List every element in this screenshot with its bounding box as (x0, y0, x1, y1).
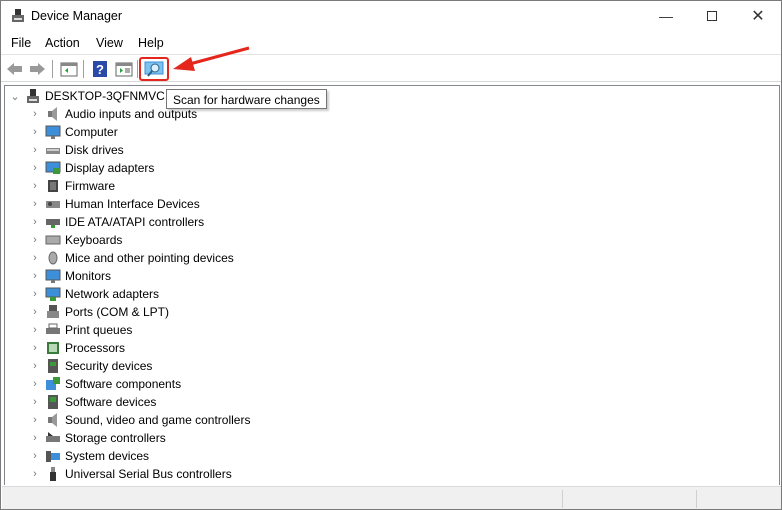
tree-item-label: Disk drives (65, 143, 124, 157)
tree-item[interactable]: › Disk drives (29, 141, 124, 159)
display-adapter-icon (45, 161, 61, 174)
chevron-right-icon[interactable]: › (29, 360, 41, 372)
tree-item[interactable]: › Sound, video and game controllers (29, 411, 250, 429)
tree-item[interactable]: › Software components (29, 375, 181, 393)
tree-item-label: IDE ATA/ATAPI controllers (65, 215, 205, 229)
chevron-right-icon[interactable]: › (29, 126, 41, 138)
chevron-right-icon[interactable]: › (29, 162, 41, 174)
tree-item[interactable]: › Ports (COM & LPT) (29, 303, 169, 321)
monitor-icon (45, 269, 61, 283)
chevron-right-icon[interactable]: › (29, 270, 41, 282)
processor-icon (47, 342, 59, 354)
tree-item[interactable]: › Keyboards (29, 231, 122, 249)
tree-item[interactable]: › Universal Serial Bus controllers (29, 465, 232, 483)
keyboard-icon (45, 235, 61, 245)
tree-item-label: Firmware (65, 179, 115, 193)
tree-item-label: Mice and other pointing devices (65, 251, 234, 265)
chevron-right-icon[interactable]: › (29, 180, 41, 192)
chevron-right-icon[interactable]: › (29, 234, 41, 246)
tree-item[interactable]: › Print queues (29, 321, 132, 339)
tree-item[interactable]: › Human Interface Devices (29, 195, 200, 213)
usb-icon (50, 467, 56, 481)
chevron-right-icon[interactable]: › (29, 468, 41, 480)
tooltip: Scan for hardware changes (166, 89, 327, 109)
tree-item-label: Universal Serial Bus controllers (65, 467, 232, 481)
ide-icon (46, 219, 60, 228)
tree-item[interactable]: › Storage controllers (29, 429, 166, 447)
tree-item[interactable]: › Computer (29, 123, 118, 141)
storage-icon (46, 432, 60, 442)
tree-item-label: System devices (65, 449, 150, 463)
tree-item[interactable]: › Software devices (29, 393, 156, 411)
port-icon (47, 305, 59, 318)
chevron-right-icon[interactable]: › (29, 342, 41, 354)
status-divider (696, 490, 697, 508)
tree-item[interactable]: › Mice and other pointing devices (29, 249, 234, 267)
disk-icon (46, 148, 60, 154)
device-manager-window: Device Manager — ✕ File Action View Help… (0, 0, 782, 510)
tree-item-label: Storage controllers (65, 431, 166, 445)
network-icon (45, 287, 61, 301)
tree-item-label: Processors (65, 341, 126, 355)
tree-item-label: Print queues (65, 323, 133, 337)
tree-item[interactable]: › IDE ATA/ATAPI controllers (29, 213, 204, 231)
tree-item-label: Keyboards (65, 233, 123, 247)
chevron-right-icon[interactable]: › (29, 432, 41, 444)
speaker-icon (48, 413, 57, 427)
chevron-right-icon[interactable]: › (29, 306, 41, 318)
tree-item-label: Display adapters (65, 161, 155, 175)
tree-item[interactable]: › Security devices (29, 357, 152, 375)
software-component-icon (46, 377, 60, 390)
chevron-right-icon[interactable]: › (29, 288, 41, 300)
monitor-icon (45, 125, 61, 139)
tree-item-label: Software components (65, 377, 182, 391)
software-device-icon (48, 395, 58, 409)
tree-item[interactable]: › Firmware (29, 177, 115, 195)
chevron-right-icon[interactable]: › (29, 414, 41, 426)
annotation-arrow (173, 46, 250, 71)
tree-item[interactable]: › System devices (29, 447, 149, 465)
device-tree: ⌄ DESKTOP-3QFNMVC › Audio inputs and outp… (4, 85, 780, 485)
chip-icon (48, 180, 58, 192)
tree-item-label: Sound, video and game controllers (65, 413, 251, 427)
tree-item[interactable]: › Processors (29, 339, 125, 357)
tree-item-label: Ports (COM & LPT) (65, 305, 170, 319)
tree-item-label: Monitors (65, 269, 112, 283)
chevron-right-icon[interactable]: › (29, 216, 41, 228)
tree-item[interactable]: › Display adapters (29, 159, 154, 177)
chevron-right-icon[interactable]: › (29, 396, 41, 408)
tree-item-label: Security devices (65, 359, 153, 373)
tree-item[interactable]: › Network adapters (29, 285, 159, 303)
tree-item-label: Computer (65, 125, 118, 139)
tree-item[interactable]: › Monitors (29, 267, 111, 285)
status-divider (562, 490, 563, 508)
printer-icon (46, 323, 60, 334)
chevron-right-icon[interactable]: › (29, 378, 41, 390)
chevron-right-icon[interactable]: › (29, 252, 41, 264)
system-icon (46, 451, 60, 462)
tree-item-label: Software devices (65, 395, 157, 409)
security-icon (48, 359, 58, 373)
chevron-right-icon[interactable]: › (29, 450, 41, 462)
tree-item-label: Human Interface Devices (65, 197, 200, 211)
chevron-right-icon[interactable]: › (29, 198, 41, 210)
status-bar (2, 486, 781, 509)
hid-icon (46, 201, 60, 208)
chevron-right-icon[interactable]: › (29, 144, 41, 156)
tree-item-label: Network adapters (65, 287, 160, 301)
chevron-right-icon[interactable]: › (29, 324, 41, 336)
mouse-icon (48, 251, 58, 265)
